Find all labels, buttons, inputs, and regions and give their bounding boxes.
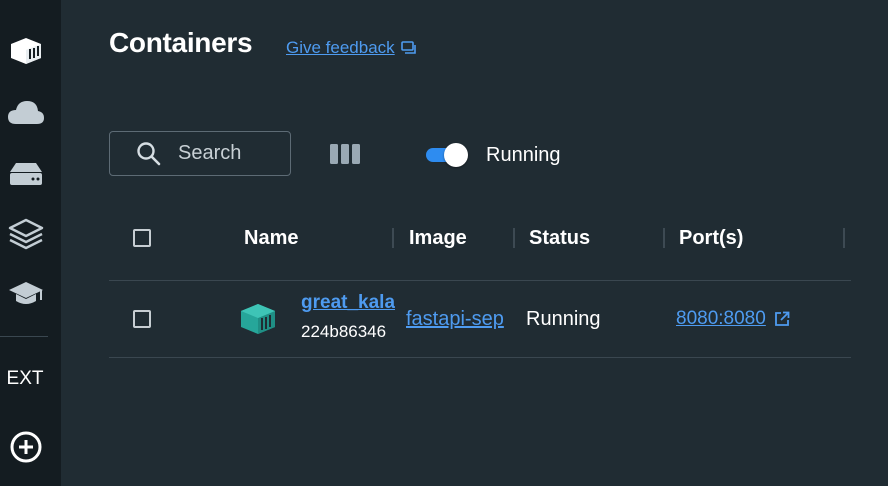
container-name-cell: great_kala 224b86346 — [301, 292, 395, 342]
container-name-link[interactable]: great_kala — [301, 292, 395, 314]
toggle-knob — [444, 143, 468, 167]
select-all-checkbox[interactable] — [133, 229, 151, 247]
cloud-icon[interactable] — [0, 98, 52, 126]
container-port-link[interactable]: 8080:8080 — [676, 308, 790, 330]
give-feedback-label[interactable]: Give feedback — [286, 38, 395, 58]
running-only-toggle[interactable] — [424, 143, 470, 167]
search-input[interactable] — [176, 141, 290, 166]
column-separator[interactable] — [663, 228, 665, 248]
column-separator[interactable] — [843, 228, 845, 248]
column-header-name[interactable]: Name — [244, 227, 298, 250]
main-content: Containers Give feedback Running Name Im… — [61, 0, 888, 486]
sidebar: EXT — [0, 0, 61, 486]
row-checkbox[interactable] — [133, 310, 151, 328]
extensions-label: EXT — [6, 368, 44, 389]
column-separator[interactable] — [392, 228, 394, 248]
column-header-ports[interactable]: Port(s) — [679, 227, 743, 250]
sidebar-divider — [0, 336, 48, 337]
containers-icon[interactable] — [0, 36, 52, 66]
add-circle-icon[interactable] — [0, 430, 52, 464]
column-header-image[interactable]: Image — [409, 227, 467, 250]
external-link-icon — [774, 311, 790, 326]
layers-icon[interactable] — [0, 218, 52, 250]
page-title: Containers — [109, 27, 253, 58]
column-header-status[interactable]: Status — [529, 227, 590, 250]
columns-icon[interactable] — [330, 143, 360, 170]
container-id: 224b86346 — [301, 322, 387, 341]
search-icon — [137, 141, 161, 165]
table-header-divider — [109, 280, 851, 281]
port-mapping[interactable]: 8080:8080 — [676, 308, 766, 330]
container-icon — [239, 302, 277, 341]
storage-drive-icon[interactable] — [0, 160, 52, 188]
give-feedback-link[interactable]: Give feedback — [286, 38, 417, 58]
chat-icon — [400, 41, 416, 54]
graduation-cap-icon[interactable] — [0, 280, 52, 308]
table-row-divider — [109, 357, 851, 358]
running-toggle-label: Running — [486, 144, 561, 166]
search-field[interactable] — [109, 131, 291, 176]
container-image-link[interactable]: fastapi-sep — [406, 308, 515, 331]
column-separator[interactable] — [513, 228, 515, 248]
container-status: Running — [526, 308, 601, 330]
